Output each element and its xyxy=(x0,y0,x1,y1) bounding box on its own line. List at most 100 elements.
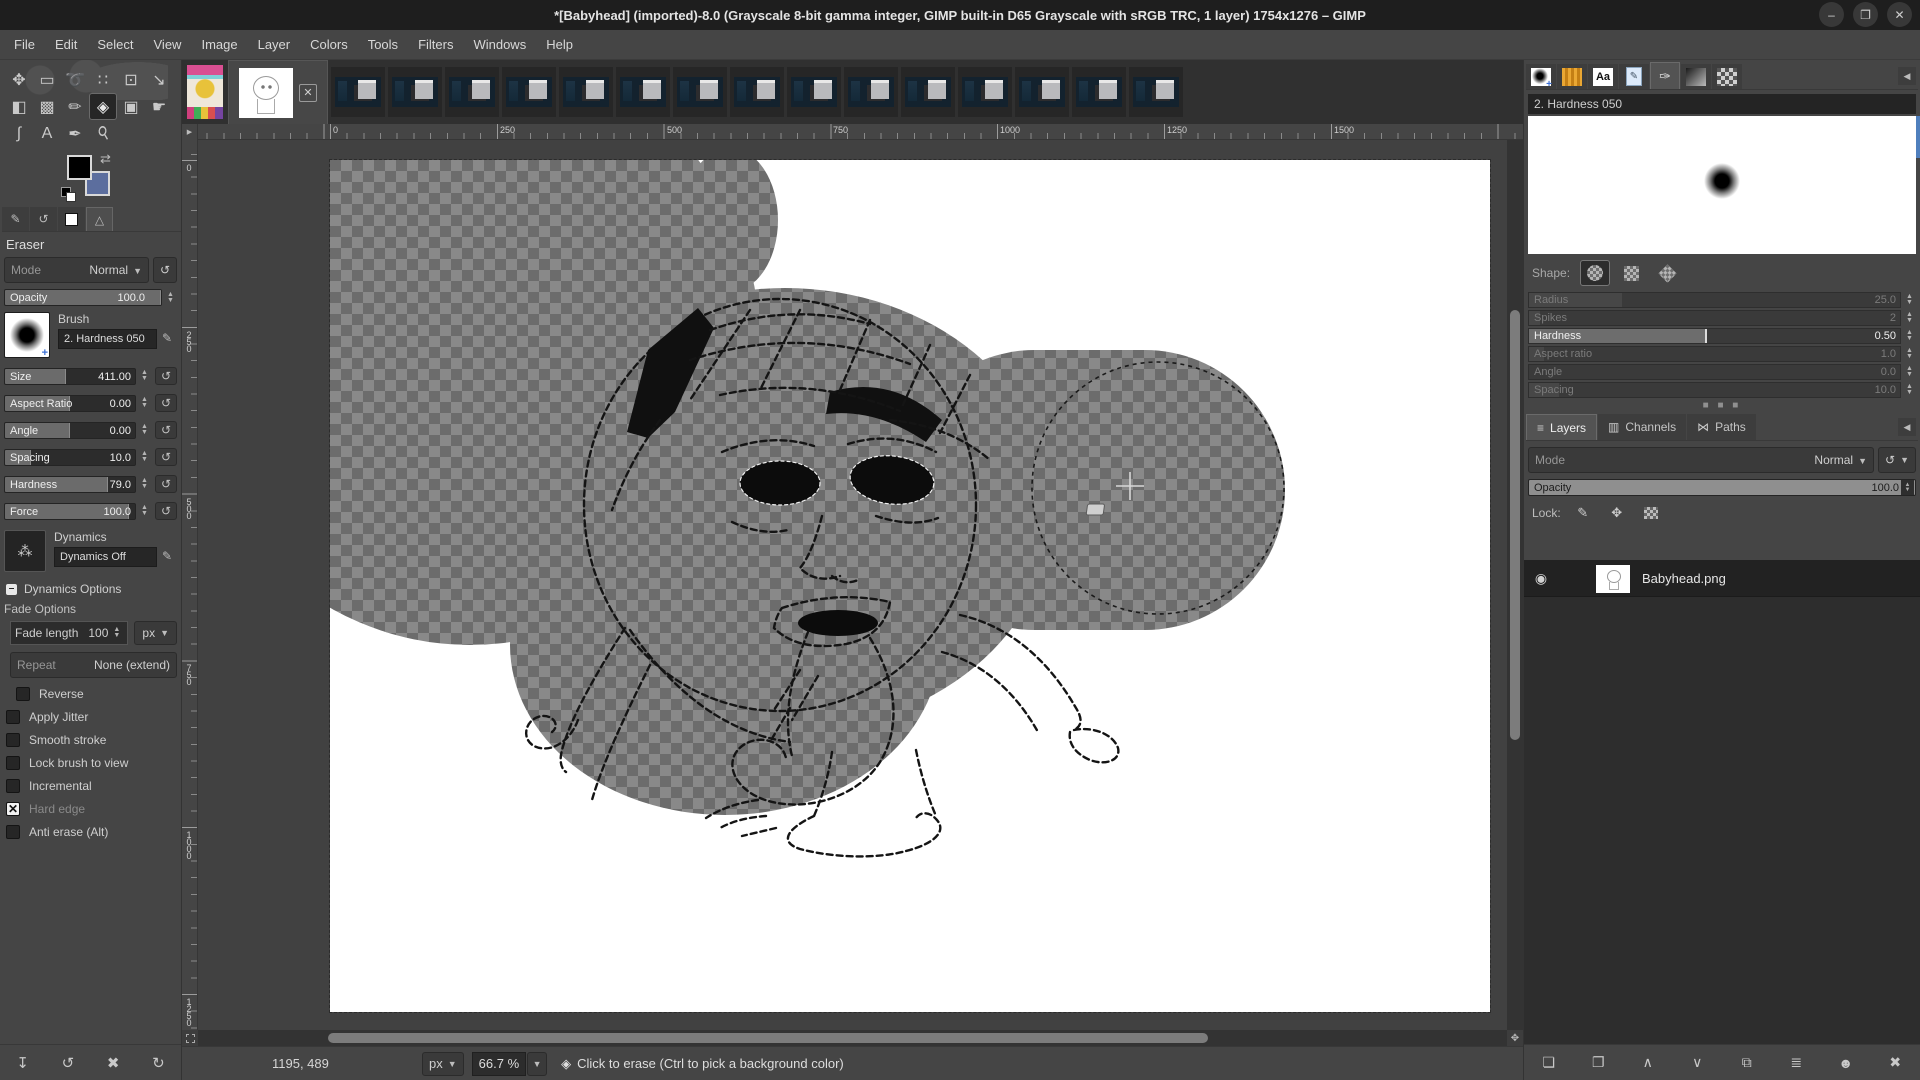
fade-length-spinner[interactable]: ▲ ▼ xyxy=(110,626,123,639)
vertical-scrollbar[interactable] xyxy=(1507,140,1523,1030)
horizontal-scrollbar[interactable] xyxy=(198,1030,1507,1046)
brush-hardness-spinner[interactable]: ▲ ▼ xyxy=(1903,329,1916,342)
image-tab[interactable] xyxy=(1072,67,1126,117)
force-slider[interactable]: Force 100.0 xyxy=(4,502,136,520)
menu-edit[interactable]: Edit xyxy=(45,32,87,57)
restore-tool-preset-button[interactable]: ↺ xyxy=(54,1050,82,1076)
spikes-slider[interactable]: Spikes 2 xyxy=(1528,310,1901,326)
shape-diamond-button[interactable] xyxy=(1652,260,1682,286)
canvas-image[interactable] xyxy=(198,140,1491,1013)
dynamics-options-expander[interactable]: – Dynamics Options xyxy=(6,582,181,596)
menu-layer[interactable]: Layer xyxy=(248,32,301,57)
brushes-tab[interactable] xyxy=(1526,64,1556,90)
bucket-fill-tool-icon[interactable]: ◧ xyxy=(5,93,33,120)
image-tab[interactable] xyxy=(1015,67,1069,117)
delete-layer-button[interactable]: ✖ xyxy=(1879,1050,1911,1076)
menu-colors[interactable]: Colors xyxy=(300,32,358,57)
angle-reset-button[interactable]: ↺ xyxy=(155,421,177,439)
brush-angle-slider[interactable]: Angle 0.0 xyxy=(1528,364,1901,380)
hardness-spinner[interactable]: ▲ ▼ xyxy=(138,477,151,490)
dock-scrollbar-thumb[interactable] xyxy=(1916,116,1920,158)
image-tab-magazine[interactable] xyxy=(182,60,228,124)
image-tab-babyhead-active[interactable]: ✕ xyxy=(228,60,328,124)
image-tab[interactable] xyxy=(502,67,556,117)
crop-tool-icon[interactable]: ⊡ xyxy=(117,66,145,93)
edit-dynamics-icon[interactable]: ✎ xyxy=(157,546,177,566)
quick-mask-toggle[interactable] xyxy=(182,1030,198,1046)
radius-slider[interactable]: Radius 25.0 xyxy=(1528,292,1901,308)
tab-layers[interactable]: ≡ Layers xyxy=(1526,414,1598,440)
fade-length-field[interactable]: Fade length 100 ▲ ▼ xyxy=(10,621,129,645)
minimize-button[interactable]: – xyxy=(1819,2,1844,27)
menu-image[interactable]: Image xyxy=(191,32,247,57)
image-tab[interactable] xyxy=(616,67,670,117)
image-tab[interactable] xyxy=(844,67,898,117)
spikes-spinner[interactable]: ▲ ▼ xyxy=(1903,311,1916,324)
h-scroll-thumb[interactable] xyxy=(328,1033,1208,1043)
dynamics-thumbnail[interactable]: ⁂ xyxy=(4,530,46,572)
menu-select[interactable]: Select xyxy=(87,32,143,57)
unit-dropdown[interactable]: px ▼ xyxy=(422,1051,464,1076)
swap-colors-icon[interactable]: ⇄ xyxy=(100,151,111,167)
menu-filters[interactable]: Filters xyxy=(408,32,463,57)
size-spinner[interactable]: ▲ ▼ xyxy=(138,369,151,382)
brush-spacing-spinner[interactable]: ▲ ▼ xyxy=(1903,383,1916,396)
menu-view[interactable]: View xyxy=(144,32,192,57)
transform-tool-icon[interactable]: ↘ xyxy=(145,66,173,93)
active-dialog-tab[interactable]: △ xyxy=(86,207,113,231)
repeat-dropdown[interactable]: Repeat None (extend) xyxy=(10,652,177,678)
dock-splitter-handle[interactable]: ■ ■ ■ xyxy=(1524,400,1920,411)
image-tab[interactable] xyxy=(1129,67,1183,117)
aspect-ratio-spinner[interactable]: ▲ ▼ xyxy=(138,396,151,409)
color-picker-tool-icon[interactable]: ✒ xyxy=(61,120,89,147)
tool-options-tab[interactable]: ✎ xyxy=(2,207,29,231)
incremental-checkbox[interactable]: Incremental xyxy=(6,779,181,793)
layer-list[interactable]: ◉ Babyhead.png xyxy=(1524,560,1920,1044)
brush-name-field[interactable]: 2. Hardness 050 xyxy=(58,329,157,349)
fuzzy-select-tool-icon[interactable]: ∷ xyxy=(89,66,117,93)
mode-reset-button[interactable]: ↺ xyxy=(153,257,177,283)
spacing-reset-button[interactable]: ↺ xyxy=(155,448,177,466)
zoom-tool-icon[interactable]: ⚲ xyxy=(89,120,117,147)
image-tab[interactable] xyxy=(388,67,442,117)
undo-history-tab[interactable]: ↺ xyxy=(30,207,57,231)
ruler-corner-button[interactable]: ▶ xyxy=(182,124,198,140)
vertical-ruler[interactable]: 0 250 500 750 1000 1250 xyxy=(182,140,198,1030)
tab-channels[interactable]: ▥ Channels xyxy=(1598,414,1687,440)
image-tab[interactable] xyxy=(730,67,784,117)
brush-thumbnail[interactable] xyxy=(4,312,50,359)
menu-tools[interactable]: Tools xyxy=(358,32,408,57)
reset-tool-options-button[interactable]: ↻ xyxy=(144,1050,172,1076)
anti-erase-checkbox[interactable]: Anti erase (Alt) xyxy=(6,825,181,839)
force-spinner[interactable]: ▲ ▼ xyxy=(138,504,151,517)
gradients-tab[interactable] xyxy=(1681,64,1711,89)
opacity-slider[interactable]: Opacity 100.0 xyxy=(4,289,162,306)
collapse-dock-icon[interactable]: ◀ xyxy=(1898,67,1916,85)
text-tool-icon[interactable]: A xyxy=(33,120,61,147)
close-button[interactable]: ✕ xyxy=(1887,2,1912,27)
save-tool-preset-button[interactable]: ↧ xyxy=(9,1050,37,1076)
smooth-stroke-checkbox[interactable]: Smooth stroke xyxy=(6,733,181,747)
rectangle-select-tool-icon[interactable]: ▭ xyxy=(33,66,61,93)
eraser-tool-icon[interactable]: ◈ xyxy=(89,93,117,120)
shape-circle-button[interactable] xyxy=(1580,260,1611,286)
collapse-dock-icon[interactable]: ◀ xyxy=(1898,418,1916,436)
opacity-spinner[interactable]: ▲ ▼ xyxy=(164,291,177,304)
add-mask-button[interactable]: ☻ xyxy=(1830,1050,1862,1076)
document-history-tab[interactable]: ✎ xyxy=(1619,64,1649,89)
reverse-checkbox[interactable]: Reverse xyxy=(16,687,181,701)
layer-mode-switch-button[interactable]: ↺ ▼ xyxy=(1878,447,1916,473)
shape-square-button[interactable] xyxy=(1616,260,1646,286)
image-tab[interactable] xyxy=(445,67,499,117)
hardness-slider[interactable]: Hardness 79.0 xyxy=(4,475,136,493)
new-layer-button[interactable]: ❏ xyxy=(1533,1050,1565,1076)
brush-spacing-slider[interactable]: Spacing 10.0 xyxy=(1528,382,1901,398)
gradient-tool-icon[interactable]: ▩ xyxy=(33,93,61,120)
layer-opacity-slider[interactable]: Opacity 100.0 ▲ ▼ xyxy=(1528,479,1916,496)
brush-aspect-spinner[interactable]: ▲ ▼ xyxy=(1903,347,1916,360)
menu-help[interactable]: Help xyxy=(536,32,583,57)
menu-windows[interactable]: Windows xyxy=(463,32,536,57)
paths-tool-icon[interactable]: ∫ xyxy=(5,120,33,147)
brush-hardness-slider[interactable]: Hardness 0.50 xyxy=(1528,328,1901,344)
force-reset-button[interactable]: ↺ xyxy=(155,502,177,520)
